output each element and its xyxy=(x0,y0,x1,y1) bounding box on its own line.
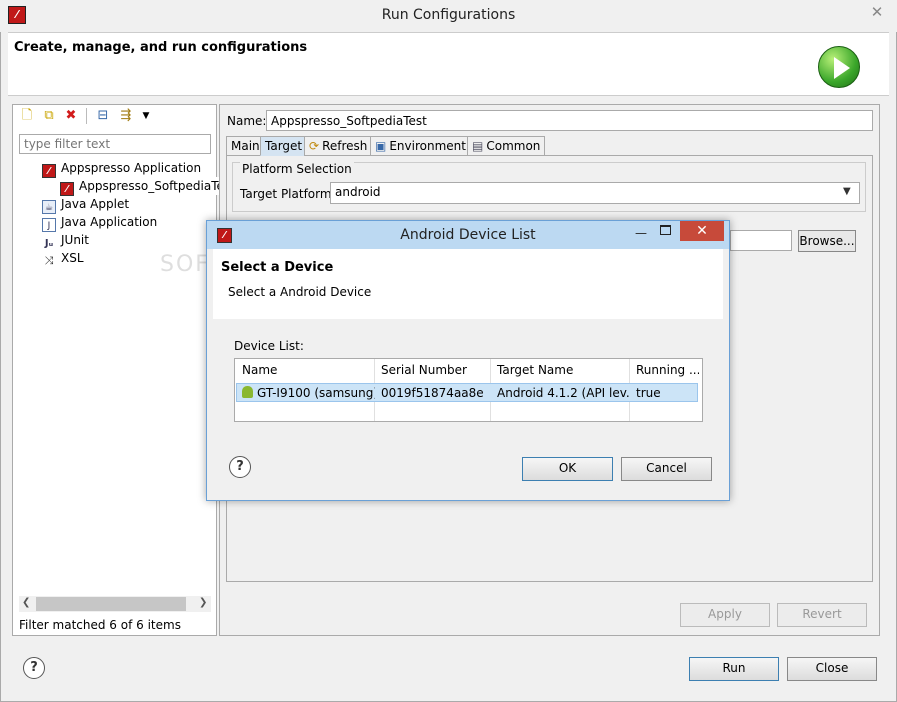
apply-button[interactable]: Apply xyxy=(680,603,770,627)
tab-target[interactable]: Target xyxy=(260,136,308,156)
device-serial-cell: 0019f51874aa8e xyxy=(381,386,484,400)
tab-label: Refresh xyxy=(322,139,368,153)
appspresso-icon: ⁄ xyxy=(42,164,56,178)
help-icon[interactable]: ? xyxy=(23,657,45,679)
android-icon xyxy=(242,386,253,398)
header-title: Create, manage, and run configurations xyxy=(14,40,308,55)
close-button[interactable]: Close xyxy=(787,657,877,681)
ok-button[interactable]: OK xyxy=(522,457,613,481)
window-close-button[interactable]: ✕ xyxy=(863,2,891,22)
duplicate-icon[interactable]: ⧉ xyxy=(41,108,57,124)
new-configuration-icon[interactable]: 🗋 xyxy=(19,108,35,124)
column-header-running[interactable]: Running ... xyxy=(629,359,699,381)
filter-input[interactable] xyxy=(19,134,211,154)
appspresso-icon: ⁄ xyxy=(60,182,74,196)
scrollbar-thumb[interactable] xyxy=(36,597,186,611)
run-play-icon xyxy=(818,46,860,88)
tab-environment[interactable]: ▣ Environment xyxy=(370,136,471,156)
browse-button[interactable]: Browse... xyxy=(798,230,856,252)
run-button[interactable]: Run xyxy=(689,657,779,681)
path-field[interactable] xyxy=(730,230,792,251)
tab-common[interactable]: ▤ Common xyxy=(467,136,546,156)
xsl-icon: ⤨ xyxy=(44,254,54,267)
device-list-label: Device List: xyxy=(234,339,304,353)
column-header-name[interactable]: Name xyxy=(235,359,375,381)
device-name: GT-I9100 (samsung) xyxy=(257,386,375,400)
minimize-icon[interactable]: — xyxy=(635,226,647,240)
toolbar-separator xyxy=(86,108,87,124)
tree-item-label: Java Application xyxy=(61,215,158,229)
java-applet-icon: ☕ xyxy=(42,200,56,214)
tab-label: Environment xyxy=(389,139,466,153)
column-header-serial[interactable]: Serial Number xyxy=(374,359,491,381)
dialog-close-button[interactable]: ✕ xyxy=(680,221,724,241)
tree-item-appspresso-application[interactable]: ⁄ Appspresso Application xyxy=(42,159,202,178)
tree-item-label: Appspresso Application xyxy=(61,161,202,175)
tab-label: Common xyxy=(486,139,541,153)
tree-item-label: Appspresso_SoftpediaTe xyxy=(79,179,224,193)
delete-icon[interactable]: ✖ xyxy=(63,108,79,124)
collapse-all-icon[interactable]: ⊟ xyxy=(95,108,111,124)
filter-icon[interactable]: ⇶ xyxy=(118,108,134,124)
maximize-icon[interactable] xyxy=(660,225,671,235)
tree-item-java-application[interactable]: J Java Application xyxy=(42,213,158,232)
group-label: Platform Selection xyxy=(240,162,354,176)
window-title: Run Configurations xyxy=(381,7,516,23)
name-label: Name: xyxy=(227,114,267,128)
common-icon: ▤ xyxy=(472,139,484,153)
column-header-target[interactable]: Target Name xyxy=(490,359,630,381)
chevron-down-icon[interactable]: ▼ xyxy=(843,186,851,197)
platform-label: Target Platform: xyxy=(240,187,336,201)
environment-icon: ▣ xyxy=(375,139,387,153)
tab-label: Main xyxy=(231,139,260,153)
tree-item-label: JUnit xyxy=(61,233,89,247)
tab-main[interactable]: Main xyxy=(226,136,265,156)
device-target-cell: Android 4.1.2 (API lev... xyxy=(497,386,630,400)
tree-item-junit[interactable]: Jᵤ JUnit xyxy=(42,231,89,249)
tab-label: Target xyxy=(265,139,303,153)
tree-item-appspresso-softpediatest[interactable]: ⁄ Appspresso_SoftpediaTe xyxy=(60,177,224,196)
tree-item-label: XSL xyxy=(61,251,84,265)
scroll-right-icon[interactable]: ❯ xyxy=(199,597,207,608)
scroll-left-icon[interactable]: ❮ xyxy=(22,597,30,608)
device-name-cell: GT-I9100 (samsung) xyxy=(235,384,375,402)
tree-item-xsl[interactable]: ⤨ XSL xyxy=(42,249,84,267)
name-field[interactable] xyxy=(266,110,873,131)
filter-status: Filter matched 6 of 6 items xyxy=(19,618,181,632)
dialog-title: Android Device List xyxy=(400,227,536,243)
dialog-header-title: Select a Device xyxy=(221,260,334,275)
device-running-cell: true xyxy=(636,386,661,400)
tab-refresh[interactable]: ⟳ Refresh xyxy=(304,136,373,156)
revert-button[interactable]: Revert xyxy=(777,603,867,627)
refresh-icon: ⟳ xyxy=(309,139,320,153)
filter-menu-chevron-down-icon[interactable]: ▼ xyxy=(138,108,154,124)
tree-item-label: Java Applet xyxy=(61,197,130,211)
java-application-icon: J xyxy=(42,218,56,232)
dialog-header-subtitle: Select a Android Device xyxy=(228,285,372,299)
platform-value: android xyxy=(335,185,381,199)
tree-item-java-applet[interactable]: ☕ Java Applet xyxy=(42,195,130,214)
dialog-help-icon[interactable]: ? xyxy=(229,456,251,478)
cancel-button[interactable]: Cancel xyxy=(621,457,712,481)
platform-select[interactable]: android xyxy=(330,182,860,204)
